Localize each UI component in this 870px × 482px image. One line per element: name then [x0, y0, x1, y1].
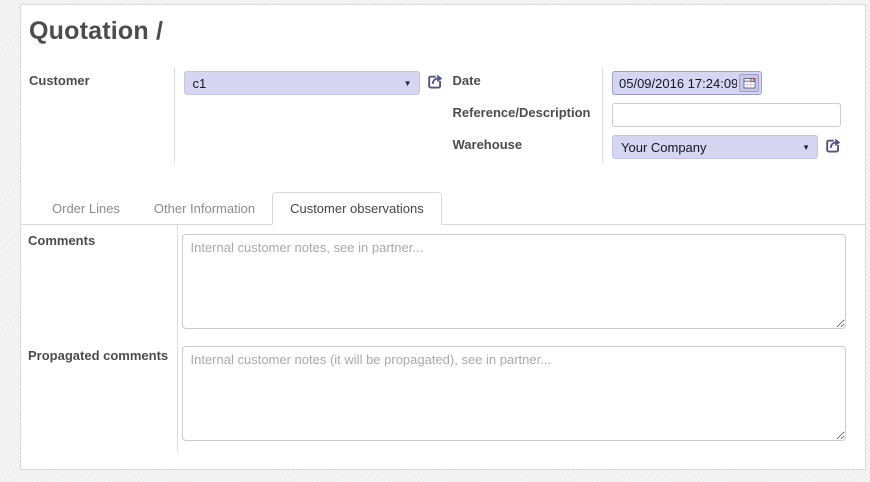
warehouse-label: Warehouse	[453, 131, 603, 163]
customer-row: Customer c1 ▼	[29, 67, 444, 163]
date-row: Date	[453, 67, 843, 99]
propagated-comments-textarea[interactable]	[182, 346, 846, 441]
propagated-comments-field-cell	[177, 340, 846, 452]
warehouse-field-cell: Your Company ▼	[603, 131, 843, 163]
tab-customer-observations[interactable]: Customer observations	[272, 192, 442, 225]
date-input-wrapper	[612, 71, 762, 95]
datepicker-button[interactable]	[739, 74, 759, 92]
group-right: Date	[453, 67, 843, 163]
comments-label: Comments	[21, 225, 177, 340]
customer-observations-panel: Comments Propagated comments	[21, 225, 846, 452]
tab-order-lines[interactable]: Order Lines	[35, 193, 137, 224]
date-field-cell	[603, 67, 843, 99]
customer-select[interactable]: c1 ▼	[184, 71, 420, 95]
reference-field-cell	[603, 99, 843, 131]
group-left: Customer c1 ▼	[29, 67, 444, 163]
comments-textarea[interactable]	[182, 234, 846, 329]
customer-label: Customer	[29, 67, 174, 163]
tab-other-information[interactable]: Other Information	[137, 193, 272, 224]
date-input[interactable]	[613, 76, 739, 91]
comments-row: Comments	[21, 225, 846, 340]
comments-field-cell	[177, 225, 846, 340]
propagated-comments-row: Propagated comments	[21, 340, 846, 452]
propagated-comments-label: Propagated comments	[21, 340, 177, 452]
quotation-form-sheet: Quotation / Customer c1 ▼	[20, 4, 866, 470]
customer-select-value: c1	[193, 76, 207, 91]
reference-input[interactable]	[612, 103, 841, 127]
chevron-down-icon: ▼	[404, 79, 412, 88]
date-label: Date	[453, 67, 603, 99]
page-title: Quotation /	[29, 17, 865, 46]
reference-label: Reference/Description	[453, 99, 603, 131]
warehouse-row: Warehouse Your Company ▼	[453, 131, 843, 163]
warehouse-select[interactable]: Your Company ▼	[612, 135, 818, 159]
customer-field-cell: c1 ▼	[174, 67, 444, 163]
calendar-icon	[743, 77, 756, 89]
external-link-icon	[426, 73, 444, 89]
notebook-tabbar: Order Lines Other Information Customer o…	[21, 192, 865, 225]
external-link-icon	[824, 137, 842, 153]
reference-row: Reference/Description	[453, 99, 843, 131]
customer-open-record-button[interactable]	[426, 73, 444, 94]
chevron-down-icon: ▼	[802, 143, 810, 152]
warehouse-select-value: Your Company	[621, 140, 707, 155]
header-field-groups: Customer c1 ▼ Date	[21, 67, 865, 163]
warehouse-open-record-button[interactable]	[824, 137, 842, 158]
